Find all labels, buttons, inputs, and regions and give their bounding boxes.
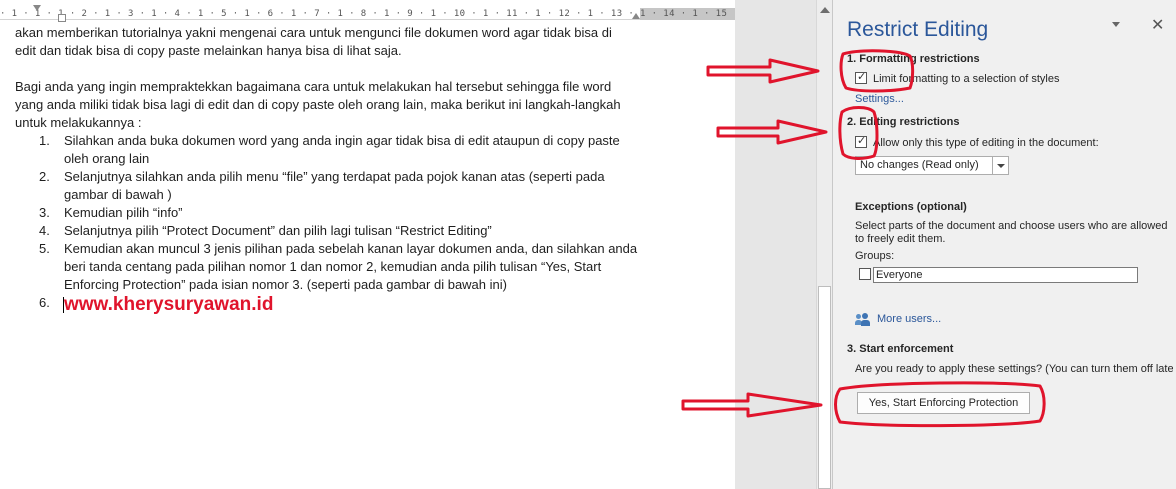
select-dropdown-button[interactable] (992, 157, 1008, 174)
limit-formatting-label[interactable]: Limit formatting to a selection of style… (873, 73, 1059, 85)
document-body[interactable]: akan memberikan tutorialnya yakni mengen… (15, 24, 640, 310)
list-item-text: Kemudian akan muncul 3 jenis pilihan pad… (64, 241, 638, 292)
watermark: www.kherysuryawan.id (64, 294, 274, 315)
chevron-down-icon[interactable] (1112, 22, 1120, 27)
list-item: 1. Silahkan anda buka dokumen word yang a… (15, 132, 640, 168)
more-users-link[interactable]: More users... (877, 313, 941, 325)
list-item-text: Silahkan anda buka dokumen word yang and… (64, 133, 620, 166)
formatting-restrictions-heading: 1. Formatting restrictions (847, 53, 980, 65)
checkmark-icon: ✓ (857, 134, 867, 147)
list-number: 5. (39, 241, 50, 256)
list-item: 5. Kemudian akan muncul 3 jenis pilihan p… (15, 240, 640, 294)
list-item: 2. Selanjutnya silahkan anda pilih menu “… (15, 168, 640, 204)
users-icon (855, 313, 872, 327)
document-area[interactable]: · 1 · 1 · 1 · 2 · 1 · 3 · 1 · 4 · 1 · 5 … (0, 0, 735, 489)
editing-type-value: No changes (Read only) (860, 159, 979, 171)
start-enforcing-button[interactable]: Yes, Start Enforcing Protection (857, 392, 1030, 414)
first-line-indent-marker[interactable] (33, 5, 41, 11)
paragraph-2: Bagi anda yang ingin mempraktekkan bagai… (15, 79, 621, 130)
workspace-background (735, 0, 816, 489)
restrict-editing-pane: Restrict Editing ✕ 1. Formatting restric… (832, 0, 1176, 489)
editing-restrictions-heading: 2. Editing restrictions (847, 116, 960, 128)
ruler-numbers: · 1 · 1 · 1 · 2 · 1 · 3 · 1 · 4 · 1 · 5 … (0, 9, 735, 19)
list-number: 3. (39, 205, 50, 220)
chevron-down-icon (997, 164, 1005, 168)
exceptions-heading: Exceptions (optional) (855, 201, 967, 213)
list-number: 1. (39, 133, 50, 148)
right-indent-marker[interactable] (632, 13, 640, 19)
allow-editing-checkbox[interactable]: ✓ (855, 134, 867, 148)
allow-editing-label[interactable]: Allow only this type of editing in the d… (873, 137, 1099, 149)
groups-label: Groups: (855, 250, 895, 262)
exceptions-description: Select parts of the document and choose … (855, 220, 1168, 245)
list-item: 3. Kemudian pilih “info” (15, 204, 640, 222)
list-item-text: Selanjutnya silahkan anda pilih menu “fi… (64, 169, 605, 202)
everyone-group[interactable]: Everyone (873, 267, 1138, 283)
vertical-scrollbar[interactable] (816, 0, 832, 489)
checkmark-icon: ✓ (857, 70, 867, 83)
everyone-checkbox[interactable] (859, 268, 871, 280)
steps-list: 1. Silahkan anda buka dokumen word yang a… (15, 132, 640, 310)
ruler[interactable]: · 1 · 1 · 1 · 2 · 1 · 3 · 1 · 4 · 1 · 5 … (0, 0, 735, 22)
intro-line-1: akan memberikan tutorialnya yakni mengen… (15, 25, 612, 40)
scroll-up-icon[interactable] (820, 7, 830, 13)
list-item-text: Kemudian pilih “info” (64, 205, 183, 220)
start-enforcement-heading: 3. Start enforcement (847, 343, 954, 355)
list-item: 4. Selanjutnya pilih “Protect Document” d… (15, 222, 640, 240)
close-icon[interactable]: ✕ (1151, 17, 1164, 33)
list-item-text: Selanjutnya pilih “Protect Document” dan… (64, 223, 492, 238)
limit-formatting-checkbox[interactable]: ✓ (855, 70, 867, 84)
intro-line-2: edit dan tidak bisa di copy paste melain… (15, 43, 402, 58)
groups-list: Everyone (855, 265, 1142, 284)
list-number: 6. (39, 295, 50, 310)
scroll-thumb[interactable] (818, 286, 831, 489)
pane-title: Restrict Editing (847, 18, 989, 41)
list-number: 4. (39, 223, 50, 238)
list-number: 2. (39, 169, 50, 184)
editing-type-select[interactable]: No changes (Read only) (855, 156, 1009, 175)
enforcement-description: Are you ready to apply these settings? (… (855, 363, 1173, 375)
left-indent-marker[interactable] (58, 14, 66, 22)
settings-link[interactable]: Settings... (855, 93, 904, 105)
